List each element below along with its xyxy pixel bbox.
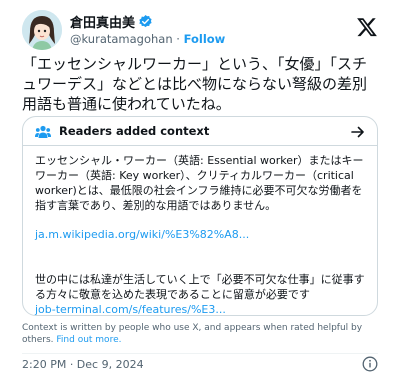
x-logo-icon[interactable]	[356, 16, 378, 38]
verified-badge-icon	[138, 14, 153, 29]
community-note-body: エッセンシャル・ワーカー（英語: Essential worker）またはキーワ…	[35, 153, 365, 315]
author-handle[interactable]: @kuratamagohan	[70, 32, 173, 46]
tweet-header: 倉田真由美 @kuratamagohan · Follow	[22, 10, 378, 50]
community-note-link-job-terminal[interactable]: job-terminal.com/s/features/%E3...	[35, 302, 365, 315]
handle-separator: ·	[172, 32, 184, 46]
community-note-disclaimer: Context is written by people who use X, …	[22, 322, 378, 346]
community-note-link-wikipedia[interactable]: ja.m.wikipedia.org/wiki/%E3%82%A8...	[35, 227, 365, 242]
avatar[interactable]	[22, 10, 62, 50]
community-note-header[interactable]: Readers added context	[23, 117, 377, 145]
find-out-more-link[interactable]: Find out more.	[56, 335, 121, 345]
tweet-text: 「エッセンシャルワーカー」という、「女優」「スチュワーデス」などとは比べ物になら…	[22, 55, 368, 113]
footer-divider	[22, 353, 378, 354]
community-note-title: Readers added context	[59, 124, 210, 138]
community-note-paragraph-1: エッセンシャル・ワーカー（英語: Essential worker）またはキーワ…	[35, 154, 364, 212]
author-display-name[interactable]: 倉田真由美	[70, 12, 135, 31]
arrow-right-icon[interactable]	[351, 124, 365, 138]
community-note-divider	[23, 145, 377, 146]
community-note-paragraph-2: 世の中には私達が生活していく上で「必要不可欠な仕事」に従事する方々に敬意を込めた…	[35, 273, 365, 301]
info-icon[interactable]	[362, 356, 378, 372]
people-icon	[35, 124, 51, 138]
community-note[interactable]: Readers added context エッセンシャル・ワーカー（英語: E…	[22, 116, 378, 316]
tweet-timestamp[interactable]: 2:20 PM · Dec 9, 2024	[22, 358, 144, 371]
follow-button[interactable]: Follow	[184, 32, 226, 46]
author-info: 倉田真由美 @kuratamagohan · Follow	[70, 12, 225, 46]
